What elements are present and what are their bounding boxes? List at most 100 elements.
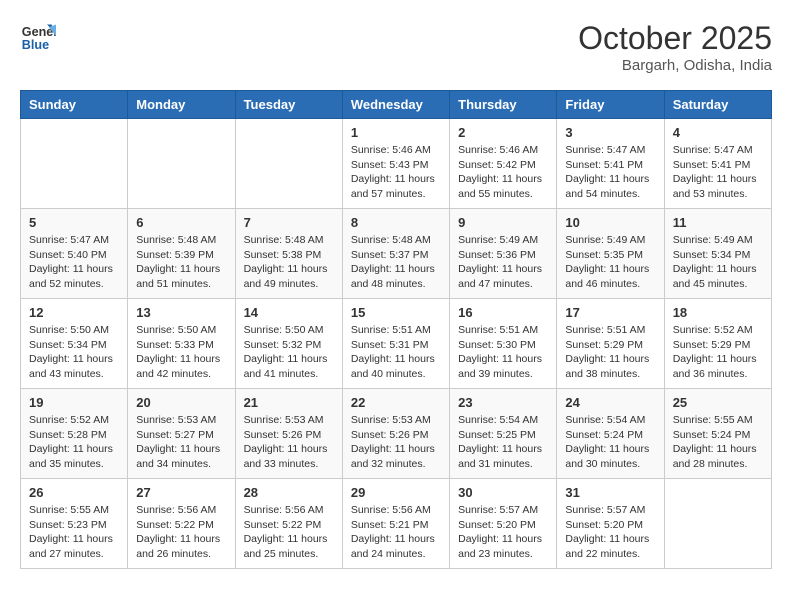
day-number: 13	[136, 305, 226, 320]
day-info: Sunrise: 5:54 AM Sunset: 5:25 PM Dayligh…	[458, 413, 548, 472]
calendar-day: 31 Sunrise: 5:57 AM Sunset: 5:20 PM Dayli…	[557, 479, 664, 569]
day-info: Sunrise: 5:51 AM Sunset: 5:29 PM Dayligh…	[565, 323, 655, 382]
calendar-day: 4 Sunrise: 5:47 AM Sunset: 5:41 PM Daylig…	[664, 119, 771, 209]
day-number: 31	[565, 485, 655, 500]
weekday-header-wednesday: Wednesday	[342, 91, 449, 119]
day-info: Sunrise: 5:48 AM Sunset: 5:39 PM Dayligh…	[136, 233, 226, 292]
calendar-day: 15Sunrise: 5:51 AM Sunset: 5:31 PM Dayli…	[342, 299, 449, 389]
weekday-header-friday: Friday	[557, 91, 664, 119]
weekday-header-saturday: Saturday	[664, 91, 771, 119]
calendar-day	[128, 119, 235, 209]
day-number: 24	[565, 395, 655, 410]
logo-icon: General Blue	[20, 20, 56, 56]
calendar-day: 2 Sunrise: 5:46 AM Sunset: 5:42 PM Daylig…	[450, 119, 557, 209]
day-number: 22	[351, 395, 441, 410]
logo: General Blue	[20, 20, 56, 56]
day-number: 28	[244, 485, 334, 500]
day-number: 2	[458, 125, 548, 140]
calendar-day: 1 Sunrise: 5:46 AM Sunset: 5:43 PM Daylig…	[342, 119, 449, 209]
calendar-week-1: 1 Sunrise: 5:46 AM Sunset: 5:43 PM Daylig…	[21, 119, 772, 209]
calendar-day: 26Sunrise: 5:55 AM Sunset: 5:23 PM Dayli…	[21, 479, 128, 569]
calendar-day	[664, 479, 771, 569]
calendar-day: 17 Sunrise: 5:51 AM Sunset: 5:29 PM Dayli…	[557, 299, 664, 389]
day-info: Sunrise: 5:57 AM Sunset: 5:20 PM Dayligh…	[458, 503, 548, 562]
calendar-day: 11 Sunrise: 5:49 AM Sunset: 5:34 PM Dayli…	[664, 209, 771, 299]
calendar-day: 30 Sunrise: 5:57 AM Sunset: 5:20 PM Dayli…	[450, 479, 557, 569]
day-number: 11	[673, 215, 763, 230]
weekday-header-tuesday: Tuesday	[235, 91, 342, 119]
calendar-day: 25Sunrise: 5:55 AM Sunset: 5:24 PM Dayli…	[664, 389, 771, 479]
day-number: 27	[136, 485, 226, 500]
day-number: 5	[29, 215, 119, 230]
day-info: Sunrise: 5:54 AM Sunset: 5:24 PM Dayligh…	[565, 413, 655, 472]
day-info: Sunrise: 5:56 AM Sunset: 5:22 PM Dayligh…	[244, 503, 334, 562]
day-number: 10	[565, 215, 655, 230]
calendar-day	[235, 119, 342, 209]
day-info: Sunrise: 5:52 AM Sunset: 5:28 PM Dayligh…	[29, 413, 119, 472]
day-number: 25	[673, 395, 763, 410]
day-info: Sunrise: 5:49 AM Sunset: 5:35 PM Dayligh…	[565, 233, 655, 292]
day-number: 7	[244, 215, 334, 230]
day-number: 19	[29, 395, 119, 410]
day-number: 23	[458, 395, 548, 410]
calendar-day: 7 Sunrise: 5:48 AM Sunset: 5:38 PM Daylig…	[235, 209, 342, 299]
calendar-day: 3 Sunrise: 5:47 AM Sunset: 5:41 PM Daylig…	[557, 119, 664, 209]
day-number: 4	[673, 125, 763, 140]
day-number: 6	[136, 215, 226, 230]
day-info: Sunrise: 5:51 AM Sunset: 5:31 PM Dayligh…	[351, 323, 441, 382]
day-info: Sunrise: 5:50 AM Sunset: 5:34 PM Dayligh…	[29, 323, 119, 382]
calendar-day: 22 Sunrise: 5:53 AM Sunset: 5:26 PM Dayli…	[342, 389, 449, 479]
day-info: Sunrise: 5:49 AM Sunset: 5:36 PM Dayligh…	[458, 233, 548, 292]
month-title: October 2025	[578, 20, 772, 57]
day-number: 29	[351, 485, 441, 500]
day-number: 17	[565, 305, 655, 320]
day-info: Sunrise: 5:56 AM Sunset: 5:21 PM Dayligh…	[351, 503, 441, 562]
day-info: Sunrise: 5:53 AM Sunset: 5:26 PM Dayligh…	[244, 413, 334, 472]
day-info: Sunrise: 5:56 AM Sunset: 5:22 PM Dayligh…	[136, 503, 226, 562]
day-number: 14	[244, 305, 334, 320]
calendar-day: 9 Sunrise: 5:49 AM Sunset: 5:36 PM Daylig…	[450, 209, 557, 299]
svg-text:Blue: Blue	[22, 38, 49, 52]
day-number: 21	[244, 395, 334, 410]
calendar-day: 21 Sunrise: 5:53 AM Sunset: 5:26 PM Dayli…	[235, 389, 342, 479]
calendar-day: 6 Sunrise: 5:48 AM Sunset: 5:39 PM Daylig…	[128, 209, 235, 299]
calendar-day: 28 Sunrise: 5:56 AM Sunset: 5:22 PM Dayli…	[235, 479, 342, 569]
day-number: 1	[351, 125, 441, 140]
day-info: Sunrise: 5:52 AM Sunset: 5:29 PM Dayligh…	[673, 323, 763, 382]
weekday-header-row: SundayMondayTuesdayWednesdayThursdayFrid…	[21, 91, 772, 119]
day-info: Sunrise: 5:48 AM Sunset: 5:38 PM Dayligh…	[244, 233, 334, 292]
day-info: Sunrise: 5:50 AM Sunset: 5:32 PM Dayligh…	[244, 323, 334, 382]
day-number: 30	[458, 485, 548, 500]
calendar-week-3: 12Sunrise: 5:50 AM Sunset: 5:34 PM Dayli…	[21, 299, 772, 389]
page-header: General Blue October 2025 Bargarh, Odish…	[20, 20, 772, 74]
calendar-day: 24 Sunrise: 5:54 AM Sunset: 5:24 PM Dayli…	[557, 389, 664, 479]
day-info: Sunrise: 5:50 AM Sunset: 5:33 PM Dayligh…	[136, 323, 226, 382]
calendar-week-4: 19 Sunrise: 5:52 AM Sunset: 5:28 PM Dayli…	[21, 389, 772, 479]
calendar-week-5: 26Sunrise: 5:55 AM Sunset: 5:23 PM Dayli…	[21, 479, 772, 569]
day-info: Sunrise: 5:53 AM Sunset: 5:27 PM Dayligh…	[136, 413, 226, 472]
day-info: Sunrise: 5:51 AM Sunset: 5:30 PM Dayligh…	[458, 323, 548, 382]
day-number: 3	[565, 125, 655, 140]
weekday-header-monday: Monday	[128, 91, 235, 119]
calendar-day: 14 Sunrise: 5:50 AM Sunset: 5:32 PM Dayli…	[235, 299, 342, 389]
calendar-day: 20Sunrise: 5:53 AM Sunset: 5:27 PM Dayli…	[128, 389, 235, 479]
day-info: Sunrise: 5:47 AM Sunset: 5:40 PM Dayligh…	[29, 233, 119, 292]
calendar-week-2: 5 Sunrise: 5:47 AM Sunset: 5:40 PM Daylig…	[21, 209, 772, 299]
day-info: Sunrise: 5:47 AM Sunset: 5:41 PM Dayligh…	[673, 143, 763, 202]
day-info: Sunrise: 5:46 AM Sunset: 5:42 PM Dayligh…	[458, 143, 548, 202]
day-info: Sunrise: 5:57 AM Sunset: 5:20 PM Dayligh…	[565, 503, 655, 562]
calendar-day: 8Sunrise: 5:48 AM Sunset: 5:37 PM Daylig…	[342, 209, 449, 299]
calendar-day: 13 Sunrise: 5:50 AM Sunset: 5:33 PM Dayli…	[128, 299, 235, 389]
weekday-header-thursday: Thursday	[450, 91, 557, 119]
day-info: Sunrise: 5:46 AM Sunset: 5:43 PM Dayligh…	[351, 143, 441, 202]
day-info: Sunrise: 5:49 AM Sunset: 5:34 PM Dayligh…	[673, 233, 763, 292]
day-number: 9	[458, 215, 548, 230]
day-info: Sunrise: 5:47 AM Sunset: 5:41 PM Dayligh…	[565, 143, 655, 202]
calendar-table: SundayMondayTuesdayWednesdayThursdayFrid…	[20, 90, 772, 569]
day-number: 18	[673, 305, 763, 320]
day-number: 16	[458, 305, 548, 320]
day-number: 26	[29, 485, 119, 500]
calendar-day: 18 Sunrise: 5:52 AM Sunset: 5:29 PM Dayli…	[664, 299, 771, 389]
day-info: Sunrise: 5:53 AM Sunset: 5:26 PM Dayligh…	[351, 413, 441, 472]
day-number: 8	[351, 215, 441, 230]
